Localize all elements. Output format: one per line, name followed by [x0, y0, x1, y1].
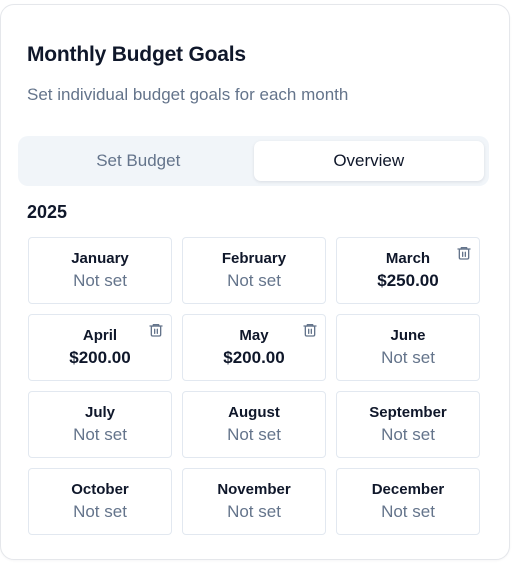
trash-icon[interactable]: [301, 321, 319, 339]
card-subtitle: Set individual budget goals for each mon…: [27, 85, 349, 104]
month-name: November: [217, 481, 291, 498]
month-card-may[interactable]: May $200.00: [182, 314, 326, 381]
month-card-april[interactable]: April $200.00: [28, 314, 172, 381]
month-card-february[interactable]: February Not set: [182, 237, 326, 304]
month-card-march[interactable]: March $250.00: [336, 237, 480, 304]
month-value: Not set: [381, 348, 435, 367]
month-value: Not set: [73, 502, 127, 521]
month-card-january[interactable]: January Not set: [28, 237, 172, 304]
month-card-december[interactable]: December Not set: [336, 468, 480, 535]
month-value: $250.00: [377, 271, 439, 290]
year-heading: 2025: [27, 202, 68, 222]
trash-icon[interactable]: [455, 244, 473, 262]
month-value: Not set: [381, 425, 435, 444]
budget-goals-card: Monthly Budget Goals Set individual budg…: [0, 4, 510, 560]
month-value: Not set: [73, 271, 127, 290]
month-name: August: [228, 404, 280, 421]
month-value: $200.00: [69, 348, 131, 367]
month-name: December: [371, 481, 445, 498]
month-name: January: [71, 250, 129, 267]
month-value: $200.00: [223, 348, 285, 367]
month-name: September: [369, 404, 447, 421]
month-card-october[interactable]: October Not set: [28, 468, 172, 535]
month-value: Not set: [381, 502, 435, 521]
month-name: February: [221, 250, 287, 267]
card-title: Monthly Budget Goals: [27, 43, 246, 66]
month-value: Not set: [73, 425, 127, 444]
month-card-june[interactable]: June Not set: [336, 314, 480, 381]
month-card-august[interactable]: August Not set: [182, 391, 326, 458]
month-name: October: [71, 481, 129, 498]
month-grid: January Not set February Not set March $…: [28, 237, 480, 535]
month-card-july[interactable]: July Not set: [28, 391, 172, 458]
tab-overview[interactable]: Overview: [253, 141, 484, 181]
month-name: July: [84, 404, 115, 421]
trash-icon[interactable]: [147, 321, 165, 339]
month-value: Not set: [227, 502, 281, 521]
month-value: Not set: [227, 425, 281, 444]
view-tabs: Set Budget Overview: [18, 136, 489, 186]
tab-set-budget[interactable]: Set Budget: [23, 141, 254, 181]
month-value: Not set: [227, 271, 281, 290]
month-card-november[interactable]: November Not set: [182, 468, 326, 535]
month-card-september[interactable]: September Not set: [336, 391, 480, 458]
month-name: June: [390, 327, 426, 344]
